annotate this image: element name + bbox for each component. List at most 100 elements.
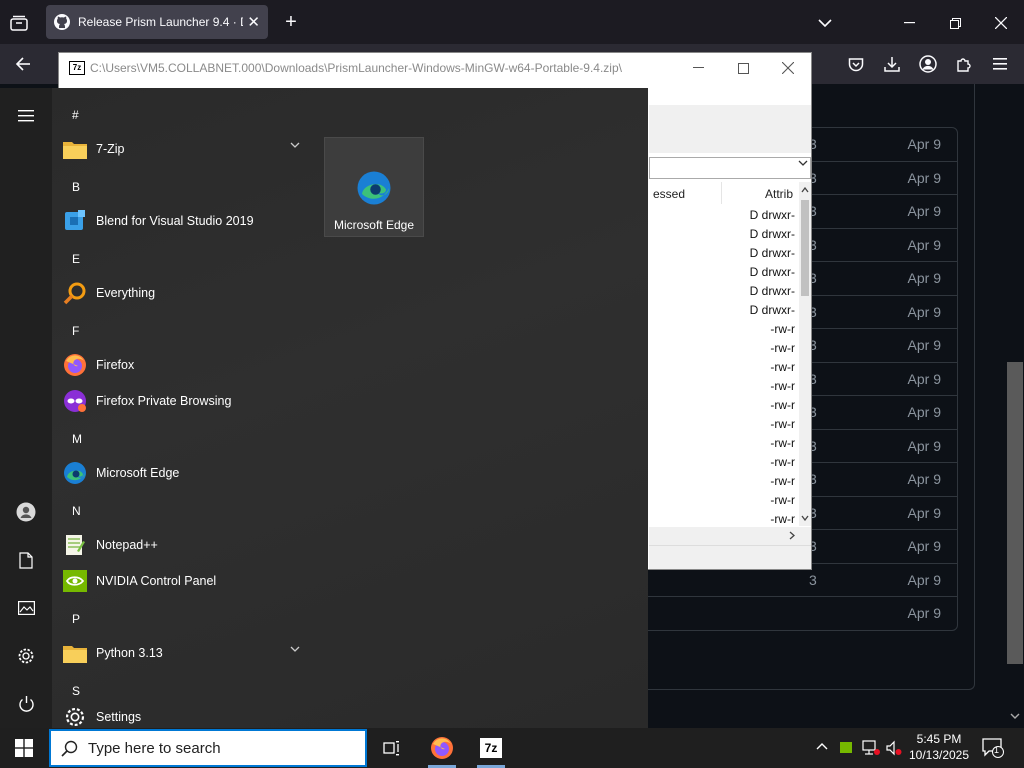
file-attributes[interactable]: -rw-r — [649, 396, 799, 415]
7zip-address-bar[interactable] — [649, 157, 811, 179]
file-attributes[interactable]: D drwxr- — [649, 206, 799, 225]
asset-date: Apr 9 — [907, 370, 941, 387]
file-attributes[interactable]: D drwxr- — [649, 282, 799, 301]
chevron-down-icon[interactable] — [290, 646, 300, 652]
user-account-icon[interactable] — [0, 492, 52, 532]
documents-icon[interactable] — [0, 540, 52, 580]
taskbar-search-box[interactable] — [49, 729, 367, 767]
app-7zip[interactable]: 7-Zip — [62, 132, 312, 166]
minimize-icon[interactable] — [898, 12, 920, 34]
task-view-icon — [383, 741, 399, 756]
action-center-icon[interactable]: 1 — [982, 738, 1004, 758]
address-dropdown-chevron-icon[interactable] — [798, 160, 808, 166]
7zip-titlebar[interactable]: 7z C:\Users\VM5.COLLABNET.000\Downloads\… — [59, 53, 811, 85]
letter-header-n[interactable]: N — [72, 504, 81, 518]
taskbar-clock[interactable]: 5:45 PM 10/13/2025 — [903, 731, 975, 763]
new-tab-button[interactable]: + — [280, 11, 302, 33]
file-attributes[interactable]: -rw-r — [649, 320, 799, 339]
tab-close-icon[interactable]: ✕ — [247, 13, 260, 31]
menu-hamburger-icon[interactable] — [988, 53, 1012, 75]
file-attributes[interactable]: D drwxr- — [649, 263, 799, 282]
taskbar: 7z 5:45 PM 10/13/2025 1 — [0, 728, 1024, 768]
scroll-right-arrow-icon[interactable] — [789, 531, 795, 540]
account-icon[interactable] — [916, 53, 940, 75]
app-blend[interactable]: Blend for Visual Studio 2019 — [62, 204, 312, 238]
column-attributes[interactable]: Attrib — [765, 187, 793, 201]
windows-start-button[interactable] — [0, 728, 48, 768]
edge-icon — [356, 170, 392, 206]
7zip-horizontal-scrollbar[interactable] — [649, 527, 811, 545]
scroll-down-arrow-icon[interactable] — [801, 515, 809, 521]
app-microsoft-edge[interactable]: Microsoft Edge — [62, 456, 312, 490]
browser-tab-active[interactable]: Release Prism Launcher 9.4 · Di ✕ — [46, 5, 268, 39]
app-notepadpp[interactable]: Notepad++ — [62, 528, 312, 562]
search-input[interactable] — [88, 739, 348, 757]
7zip-scrollbar-thumb[interactable] — [801, 200, 809, 296]
column-separator[interactable] — [721, 182, 722, 204]
list-all-tabs-chevron-icon[interactable] — [814, 12, 836, 34]
extensions-icon[interactable] — [952, 53, 976, 75]
7zip-vertical-scrollbar[interactable] — [799, 182, 811, 526]
7zip-close-button[interactable] — [765, 53, 811, 83]
file-attributes[interactable]: -rw-r — [649, 415, 799, 434]
notification-count-badge: 1 — [994, 745, 1000, 755]
7zip-minimize-button[interactable] — [675, 53, 721, 83]
tile-microsoft-edge[interactable]: Microsoft Edge — [324, 137, 424, 237]
power-icon[interactable] — [0, 684, 52, 724]
app-everything[interactable]: Everything — [62, 276, 312, 310]
app-name: Firefox Private Browsing — [96, 394, 232, 408]
file-attributes[interactable]: -rw-r — [649, 377, 799, 396]
back-arrow-icon[interactable] — [12, 53, 34, 75]
7zip-maximize-button[interactable] — [720, 53, 766, 83]
pictures-icon[interactable] — [0, 588, 52, 628]
file-attributes[interactable]: -rw-r — [649, 453, 799, 472]
volume-muted-icon[interactable] — [886, 740, 902, 756]
asset-row[interactable]: Apr 9 — [601, 597, 957, 631]
file-attributes[interactable]: -rw-r — [649, 358, 799, 377]
file-attributes[interactable]: D drwxr- — [649, 301, 799, 320]
network-icon[interactable] — [862, 740, 880, 756]
file-attributes[interactable]: -rw-r — [649, 472, 799, 491]
file-attributes[interactable]: -rw-r — [649, 491, 799, 510]
file-attributes[interactable]: -rw-r — [649, 339, 799, 358]
7zip-toolbar — [649, 105, 811, 153]
app-firefox[interactable]: Firefox — [62, 348, 312, 382]
expand-menu-icon[interactable] — [0, 96, 52, 136]
show-hidden-icons-chevron-icon[interactable] — [816, 742, 828, 750]
close-window-icon[interactable] — [990, 12, 1012, 34]
restore-icon[interactable] — [944, 12, 966, 34]
firefox-icon — [431, 737, 453, 759]
folder-icon — [62, 640, 88, 666]
app-name: Settings — [96, 710, 142, 724]
downloads-icon[interactable] — [880, 53, 904, 75]
letter-header-s[interactable]: S — [72, 684, 80, 698]
settings-gear-icon[interactable] — [0, 636, 52, 676]
column-packed-size[interactable]: essed — [653, 187, 685, 201]
letter-header-e[interactable]: E — [72, 252, 80, 266]
file-attributes[interactable]: D drwxr- — [649, 244, 799, 263]
letter-header-p[interactable]: P — [72, 612, 80, 626]
taskbar-firefox[interactable] — [418, 728, 466, 768]
file-attributes[interactable]: -rw-r — [649, 434, 799, 453]
chevron-down-icon[interactable] — [290, 142, 300, 148]
scroll-up-arrow-icon[interactable] — [801, 187, 809, 193]
letter-header-hash[interactable]: # — [72, 108, 79, 122]
page-scrollbar-thumb[interactable] — [1007, 362, 1023, 664]
tile-label: Microsoft Edge — [333, 218, 415, 232]
edge-icon — [62, 460, 88, 486]
app-firefox-private[interactable]: Firefox Private Browsing — [62, 384, 312, 418]
taskbar-7zip[interactable]: 7z — [467, 728, 515, 768]
app-nvidia-control-panel[interactable]: NVIDIA Control Panel — [62, 564, 312, 598]
task-view-button[interactable] — [368, 728, 416, 768]
scroll-down-arrow-icon[interactable] — [1010, 713, 1020, 720]
app-python[interactable]: Python 3.13 — [62, 636, 312, 670]
file-attributes[interactable]: D drwxr- — [649, 225, 799, 244]
app-name: Everything — [96, 286, 156, 300]
nvidia-tray-icon[interactable] — [840, 742, 852, 753]
pocket-icon[interactable] — [844, 53, 868, 75]
letter-header-f[interactable]: F — [72, 324, 79, 338]
letter-header-b[interactable]: B — [72, 180, 80, 194]
page-scrollbar[interactable] — [1006, 84, 1024, 728]
letter-header-m[interactable]: M — [72, 432, 82, 446]
tab-overview-icon[interactable] — [8, 12, 30, 34]
